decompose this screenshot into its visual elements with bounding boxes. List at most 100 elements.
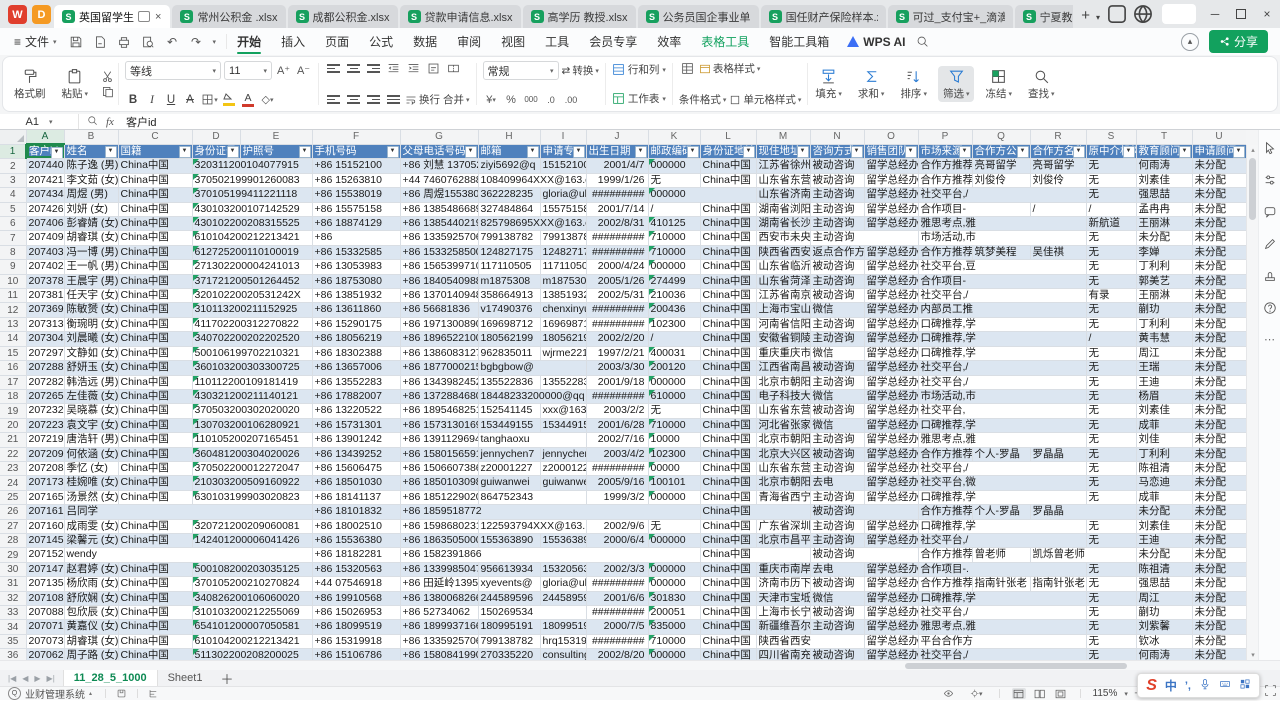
cell[interactable]: +86 1896522100	[400, 332, 478, 346]
cell[interactable]: 207161	[26, 505, 64, 519]
cell[interactable]: +86 1339985047	[400, 562, 478, 576]
file-tab[interactable]: S国任财产保险样本.x	[761, 5, 886, 28]
cell[interactable]: 000000	[648, 577, 700, 591]
cell[interactable]: 江苏省徐州	[756, 159, 810, 173]
ribbon-action-排序[interactable]: 排序▾	[895, 66, 932, 102]
cell[interactable]: 320721200209060081	[192, 519, 312, 533]
cell[interactable]: 四川省南充	[756, 649, 810, 660]
cell[interactable]: 2000/7/5	[586, 620, 648, 634]
cell[interactable]: z20001227	[478, 461, 540, 475]
cell[interactable]: +86 18302388	[312, 346, 400, 360]
increase-decimal-button[interactable]: .0	[543, 92, 560, 107]
cell[interactable]: 内部员工推	[918, 303, 1086, 317]
bold-button[interactable]: B	[125, 94, 141, 106]
cell[interactable]: 王迪	[1136, 533, 1192, 547]
cell[interactable]: 117110505	[540, 260, 586, 274]
filter-button[interactable]: ▼	[387, 146, 399, 158]
cell[interactable]: China中国	[118, 490, 192, 504]
cell[interactable]: 207282	[26, 375, 64, 389]
cell[interactable]: 无	[1086, 620, 1136, 634]
cell[interactable]: +86 13220522	[312, 404, 400, 418]
cell[interactable]: China中国	[700, 389, 756, 403]
cell[interactable]: 无	[1086, 159, 1136, 173]
cell[interactable]: 主动咨询	[810, 274, 864, 288]
cell[interactable]: 未分配	[1192, 289, 1246, 303]
cell[interactable]: China中国	[118, 634, 192, 648]
filter-button[interactable]: ▼	[905, 146, 917, 158]
cell[interactable]: 胡睿琪 (女)	[64, 231, 118, 245]
cell[interactable]: 327484864	[478, 202, 540, 216]
cell[interactable]: 未分配	[1192, 202, 1246, 216]
selection-center-icon[interactable]: ▾	[970, 688, 983, 699]
merge-settings-icon[interactable]	[445, 61, 462, 76]
cell[interactable]: China中国	[118, 591, 192, 605]
cell[interactable]: China中国	[700, 519, 756, 533]
cell[interactable]: 合作项目-	[918, 202, 1030, 216]
cell[interactable]: China中国	[118, 289, 192, 303]
column-letter-T[interactable]: T	[1136, 130, 1192, 144]
cell[interactable]: 留学总经办	[864, 173, 918, 187]
align-center-icon[interactable]	[345, 92, 362, 107]
cell[interactable]: 未分配	[1192, 476, 1246, 490]
cell[interactable]: 207434	[26, 188, 64, 202]
cell[interactable]: 社交平台,/	[918, 606, 1086, 620]
cell[interactable]: China中国	[700, 634, 756, 648]
conditional-format-button[interactable]: 条件格式▾	[679, 92, 727, 107]
cell[interactable]: 207108	[26, 591, 64, 605]
cell[interactable]: 北京市朝阳	[756, 476, 810, 490]
cell[interactable]: 王瑞	[1136, 361, 1192, 375]
cell[interactable]: 124827175	[540, 245, 586, 259]
cell[interactable]: 2002/8/20	[586, 649, 648, 660]
cell[interactable]: China中国	[700, 490, 756, 504]
cell[interactable]: 108409964XXX@163.c	[478, 173, 586, 187]
cell[interactable]: China中国	[700, 289, 756, 303]
row-number[interactable]: 34	[0, 620, 26, 634]
cell[interactable]: 未分配	[1136, 231, 1192, 245]
row-number[interactable]: 17	[0, 375, 26, 389]
cell[interactable]: 000000	[648, 649, 700, 660]
cell[interactable]: 864752343	[478, 490, 586, 504]
cell[interactable]: 2003/4/2	[586, 447, 648, 461]
filter-button[interactable]: ▼	[1017, 146, 1029, 158]
cell[interactable]: China中国	[118, 317, 192, 331]
cell[interactable]: 吴佳祺	[1030, 245, 1086, 259]
column-letter-Q[interactable]: Q	[972, 130, 1030, 144]
filter-button[interactable]: ▼	[1123, 146, 1135, 158]
cell[interactable]: 710000	[648, 634, 700, 648]
cell[interactable]: 北京市昌平	[756, 533, 810, 547]
cell[interactable]: +86 15290175	[312, 317, 400, 331]
cell[interactable]: /	[648, 332, 700, 346]
cell[interactable]: 370503200302020020	[192, 404, 312, 418]
cell[interactable]: 山东省临沂	[756, 260, 810, 274]
cell[interactable]: 市场活动,市	[918, 231, 1086, 245]
cell[interactable]: 返点合作方	[810, 245, 864, 259]
row-number[interactable]: 2	[0, 159, 26, 173]
cell[interactable]: China中国	[700, 260, 756, 274]
row-number[interactable]: 31	[0, 577, 26, 591]
column-letter-A[interactable]: A	[26, 130, 64, 144]
cell[interactable]: 500106199702210321	[192, 346, 312, 360]
ribbon-action-冻结[interactable]: 冻结▾	[980, 66, 1017, 102]
cell[interactable]: 32010220020531242X	[192, 289, 312, 303]
cell[interactable]: China中国	[700, 591, 756, 605]
cell[interactable]: 2001/6/6	[586, 591, 648, 605]
cell[interactable]: 主动咨询	[810, 217, 864, 231]
row-number[interactable]: 16	[0, 361, 26, 375]
cell[interactable]: 未分配	[1192, 332, 1246, 346]
cell[interactable]: 未分配	[1192, 173, 1246, 187]
row-number[interactable]: 1	[0, 144, 26, 159]
cell[interactable]: 000000	[648, 490, 700, 504]
cell[interactable]: +86 18101832	[312, 505, 400, 519]
cell[interactable]: 北京市朝阳	[756, 433, 810, 447]
system-plugin-label[interactable]: 业财管理系统	[25, 686, 85, 701]
cell[interactable]: +86 1580841990	[400, 649, 478, 660]
cell[interactable]: +86 1372884680	[400, 389, 478, 403]
cell[interactable]: 207160	[26, 519, 64, 533]
cell[interactable]: China中国	[700, 461, 756, 475]
cell[interactable]: 155363890	[540, 533, 586, 547]
cell[interactable]: 微信	[810, 303, 864, 317]
row-number[interactable]: 11	[0, 289, 26, 303]
cell[interactable]: 835000	[648, 620, 700, 634]
undo-icon[interactable]: ↶	[165, 34, 180, 49]
cell[interactable]: China中国	[700, 577, 756, 591]
